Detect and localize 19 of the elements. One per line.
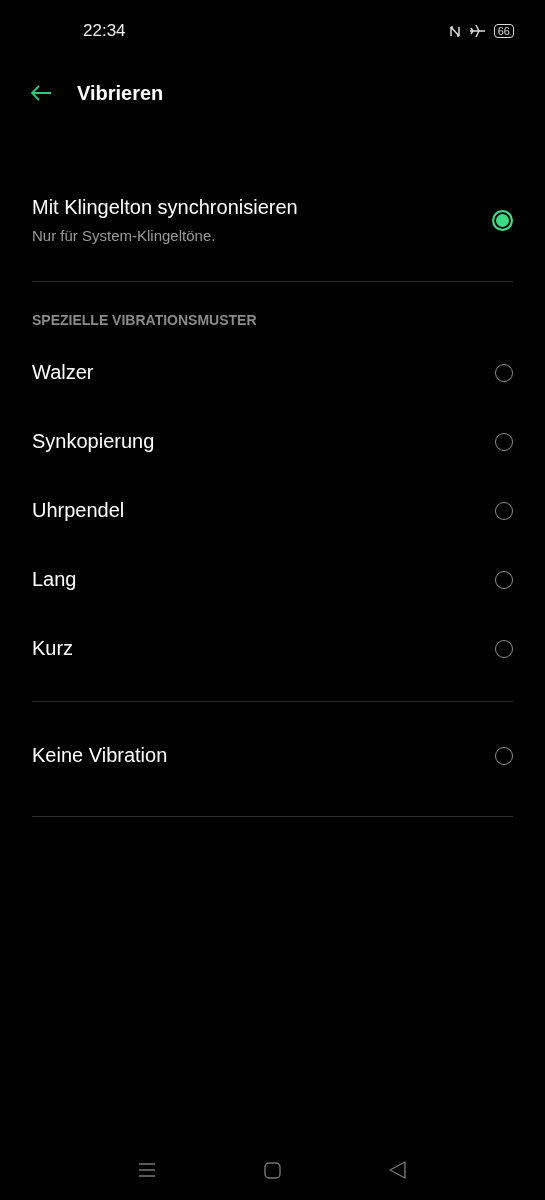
option-label[interactable]: Walzer bbox=[32, 361, 94, 384]
airplane-icon bbox=[468, 24, 486, 38]
option-subtitle: Nur für System-Klingeltöne. bbox=[32, 227, 217, 244]
section-header: SPEZIELLE VIBRATIONSMUSTER bbox=[32, 312, 258, 328]
menu-icon[interactable] bbox=[138, 1162, 156, 1178]
page-title: Vibrieren bbox=[77, 81, 164, 105]
back-arrow-icon[interactable] bbox=[30, 85, 52, 101]
radio-button[interactable] bbox=[492, 209, 513, 231]
nfc-icon bbox=[448, 24, 461, 38]
option-label[interactable]: Lang bbox=[32, 568, 77, 591]
option-label[interactable]: Synkopierung bbox=[32, 430, 155, 453]
status-time: 22:34 bbox=[83, 21, 126, 41]
option-label[interactable]: Keine Vibration bbox=[32, 744, 168, 767]
battery-indicator: 66 bbox=[493, 24, 514, 38]
back-icon[interactable] bbox=[389, 1161, 406, 1179]
home-icon[interactable] bbox=[264, 1161, 281, 1179]
option-title: Mit Klingelton synchronisieren bbox=[32, 196, 298, 219]
option-label[interactable]: Uhrpendel bbox=[32, 499, 125, 522]
option-label[interactable]: Kurz bbox=[32, 637, 74, 660]
